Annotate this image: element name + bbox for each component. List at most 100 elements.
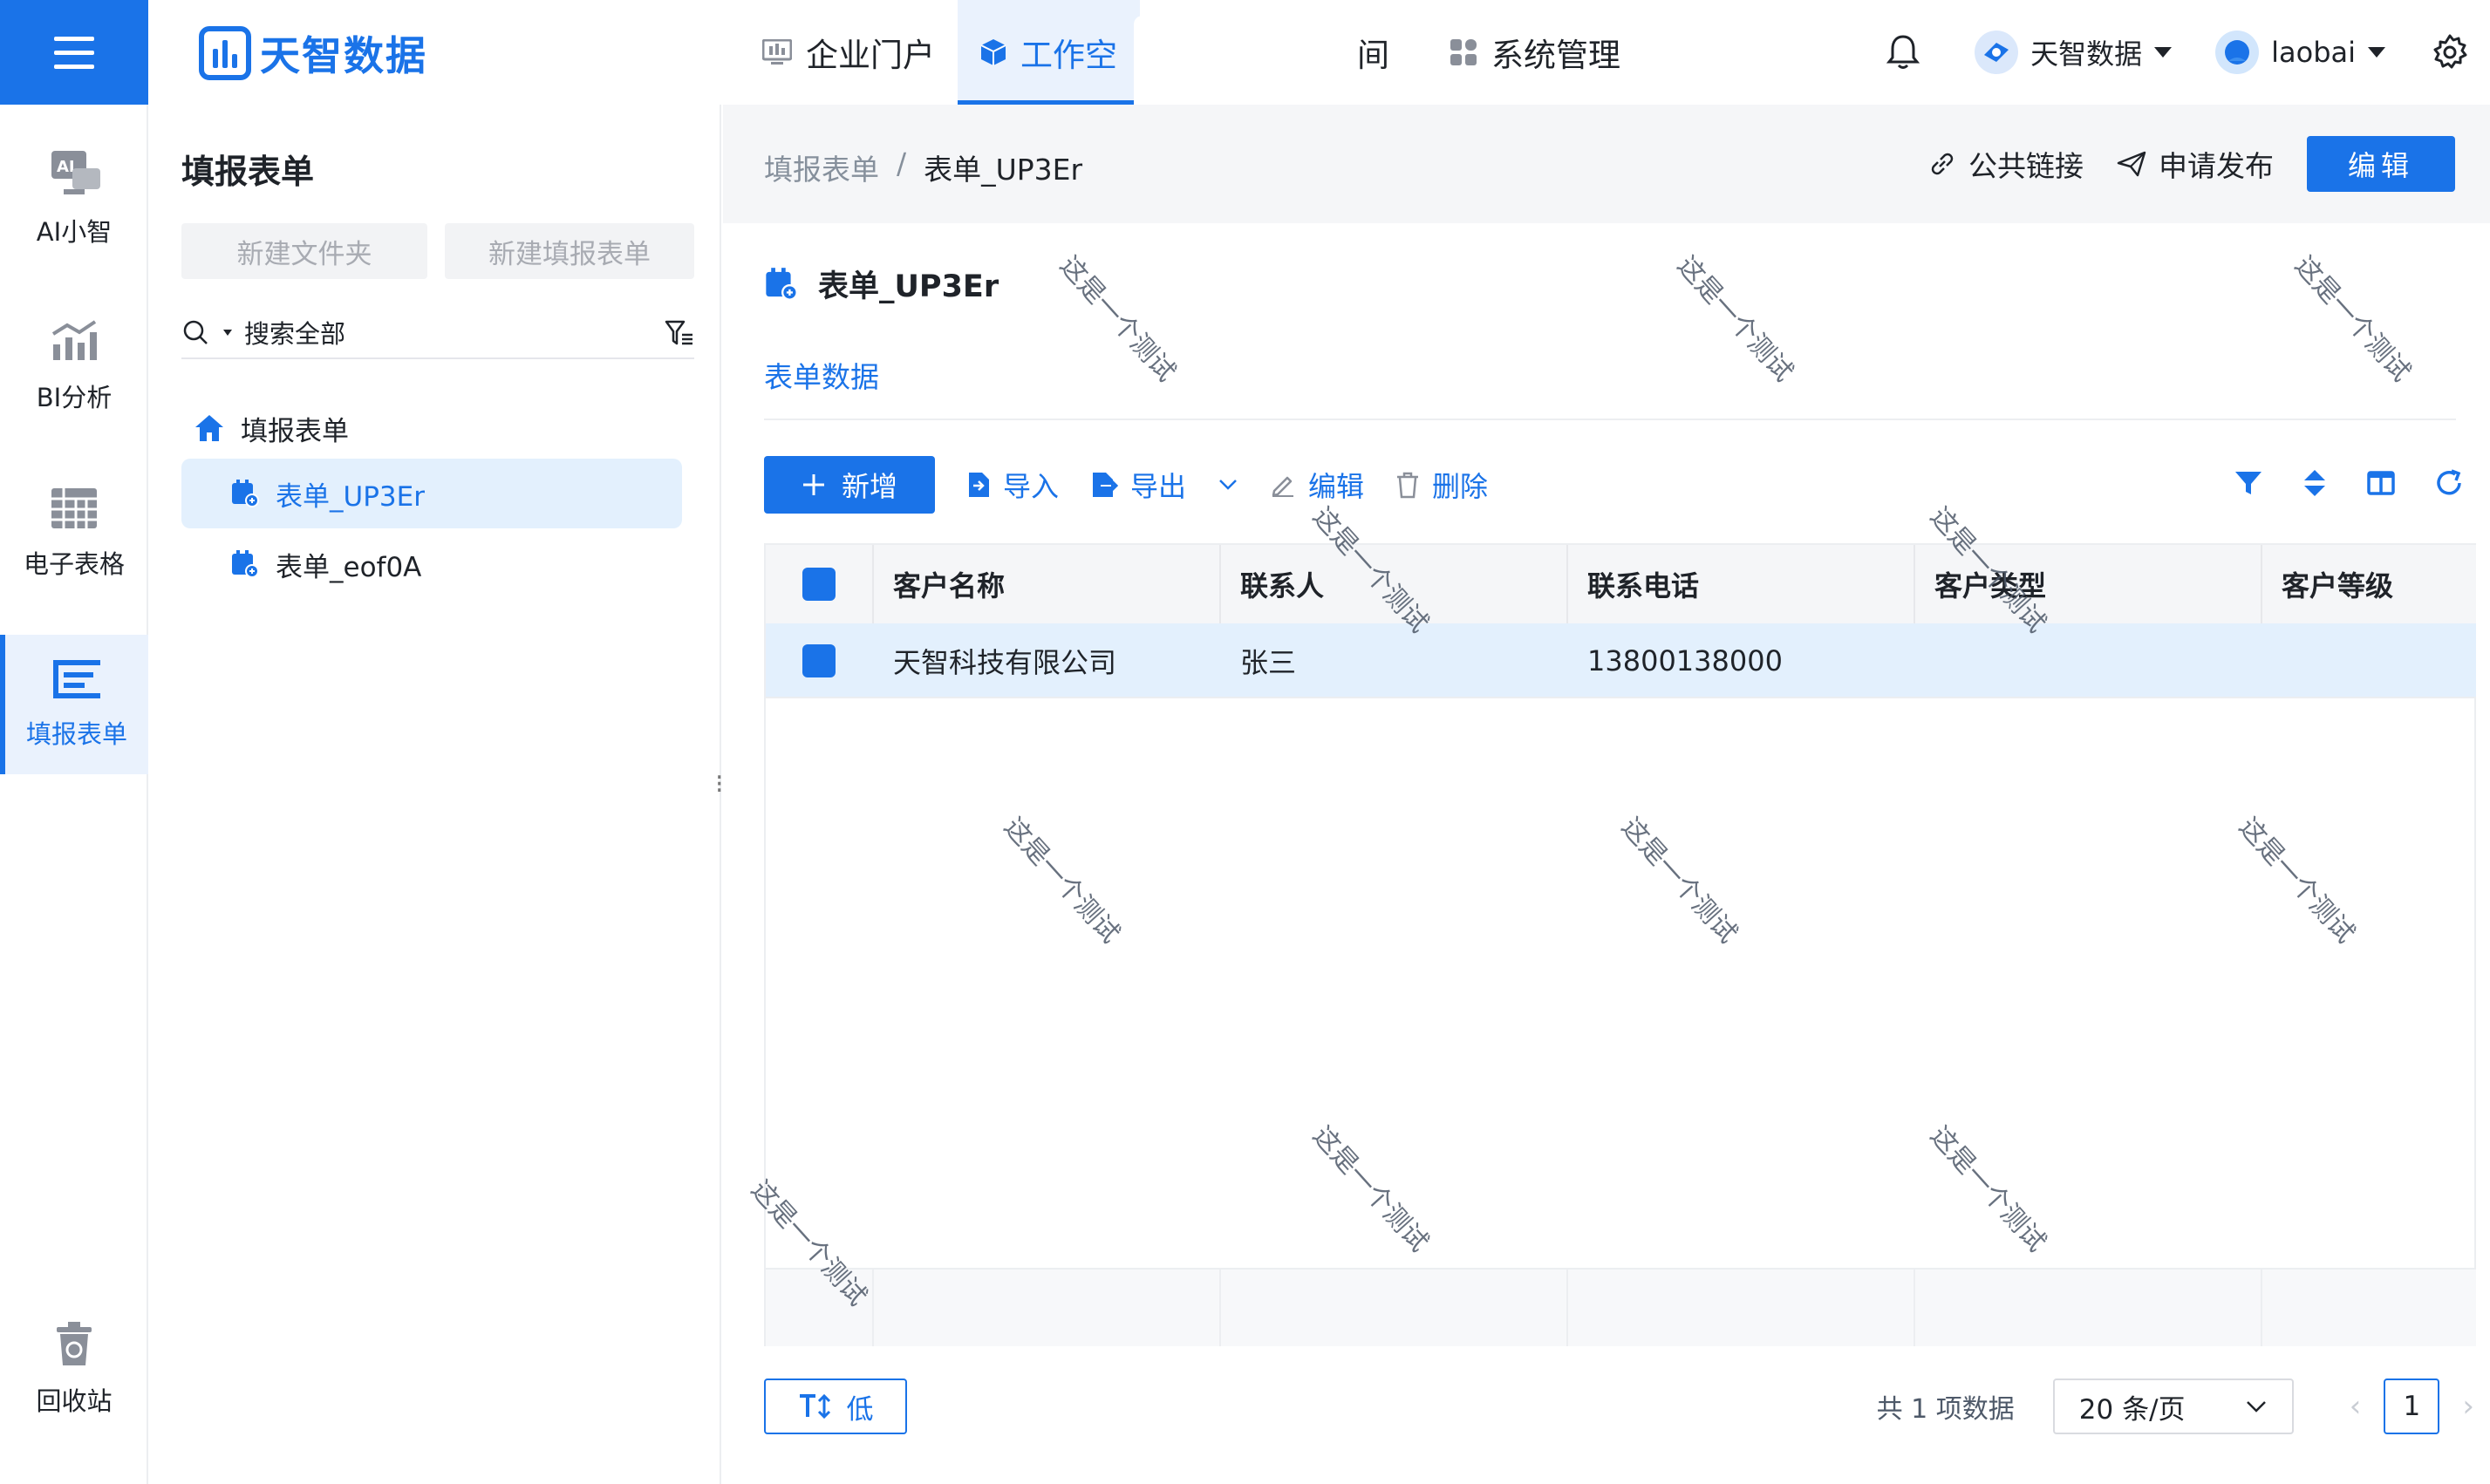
rail-label: 回收站	[36, 1386, 113, 1416]
select-all-checkbox[interactable]	[802, 568, 836, 601]
tree-search[interactable]: 搜索全部	[181, 307, 694, 359]
cube-icon	[980, 39, 1006, 65]
delete-label: 删除	[1432, 470, 1489, 503]
density-label: 低	[846, 1393, 874, 1426]
chevron-down-icon[interactable]	[1218, 478, 1238, 492]
table-header: 客户名称 联系人 联系电话 客户类型 客户等级	[766, 545, 2476, 623]
nav-workspace-tail[interactable]: 间	[1357, 0, 1389, 105]
next-page-button[interactable]: ›	[2462, 1389, 2474, 1424]
hamburger-menu-button[interactable]	[0, 0, 148, 105]
tree-root-node[interactable]: 填报表单	[194, 408, 349, 448]
edit-button[interactable]: 编辑	[2307, 136, 2455, 192]
tab-form-data[interactable]: 表单数据	[764, 354, 879, 396]
filter-icon[interactable]	[2234, 468, 2263, 498]
search-icon	[183, 320, 208, 344]
main-content: 填报表单 / 表单_UP3Er 公共链接 申请发布 编辑 表单_UP3Er 表单…	[723, 105, 2490, 1484]
brand-logo-icon	[199, 26, 251, 80]
breadcrumb-parent[interactable]: 填报表单	[764, 146, 879, 188]
bell-icon[interactable]	[1884, 33, 1922, 71]
import-icon	[969, 473, 989, 497]
delete-button[interactable]: 删除	[1395, 465, 1488, 505]
prev-page-button[interactable]: ‹	[2350, 1389, 2362, 1424]
new-form-button[interactable]: 新建填报表单	[445, 223, 694, 279]
panel-title: 填报表单	[181, 153, 315, 191]
column-header[interactable]: 客户类型	[1915, 545, 2262, 623]
export-button[interactable]: 导出	[1090, 465, 1238, 505]
page-size-select[interactable]: 20 条/页	[2052, 1378, 2294, 1434]
tree-item-form-up3er[interactable]: 表单_UP3Er	[181, 459, 682, 528]
header-actions: 公共链接 申请发布 编辑	[1928, 136, 2455, 192]
rail-item-spreadsheet[interactable]: 电子表格	[0, 464, 148, 603]
add-button[interactable]: 新增	[764, 456, 935, 514]
text-height-icon	[799, 1393, 830, 1419]
tenant-switcher[interactable]: 天智数据	[1975, 31, 2173, 74]
gear-icon[interactable]	[2431, 33, 2469, 71]
rail-item-ai[interactable]: AI AI小智	[0, 129, 148, 269]
cell-contact[interactable]: 张三	[1221, 623, 1568, 698]
public-link-label: 公共链接	[1968, 149, 2084, 183]
table-toolbar: 新增 导入 导出 编辑 删除	[764, 456, 1488, 514]
avatar	[2215, 31, 2260, 74]
row-density-button[interactable]: 低	[764, 1378, 907, 1434]
column-header[interactable]: 客户等级	[2262, 545, 2476, 623]
import-button[interactable]: 导入	[966, 465, 1059, 505]
svg-text:AI: AI	[57, 158, 75, 176]
table-row[interactable]: 天智科技有限公司 张三 13800138000	[766, 623, 2476, 698]
form-file-icon	[766, 267, 798, 301]
refresh-icon[interactable]	[2434, 468, 2464, 498]
column-header[interactable]: 联系电话	[1568, 545, 1915, 623]
tenant-name: 天智数据	[2030, 37, 2143, 71]
bi-chart-icon	[51, 320, 97, 360]
data-table: 客户名称 联系人 联系电话 客户类型 客户等级 天智科技有限公司 张三 1380…	[764, 543, 2476, 1346]
link-icon	[1931, 153, 1954, 175]
page-number[interactable]: 1	[2384, 1378, 2440, 1434]
nav-enterprise-portal[interactable]: 企业门户	[740, 0, 958, 105]
breadcrumb-separator: /	[897, 146, 907, 180]
scope-caret-icon[interactable]	[223, 329, 232, 336]
table-summary-row	[766, 1268, 2476, 1346]
edit-row-button[interactable]: 编辑	[1270, 465, 1364, 505]
nav-workspace[interactable]: 工作空	[958, 0, 1140, 105]
ai-assistant-icon: AI	[51, 151, 100, 194]
cell-customer-name[interactable]: 天智科技有限公司	[874, 623, 1221, 698]
export-label: 导出	[1130, 470, 1187, 503]
filter-icon[interactable]	[665, 319, 694, 347]
rail-item-form[interactable]: 填报表单	[0, 635, 148, 774]
form-file-icon	[232, 550, 259, 578]
spreadsheet-icon	[51, 488, 97, 528]
nav-system-admin[interactable]: 系统管理	[1450, 0, 1620, 105]
user-name: laobai	[2271, 36, 2356, 69]
columns-icon[interactable]	[2366, 468, 2396, 498]
new-folder-button[interactable]: 新建文件夹	[181, 223, 427, 279]
publish-request-button[interactable]: 申请发布	[2117, 143, 2274, 185]
breadcrumb-current: 表单_UP3Er	[924, 153, 1083, 187]
column-header[interactable]: 联系人	[1221, 545, 1568, 623]
grid-icon	[1450, 39, 1477, 65]
tenant-icon	[1975, 31, 2019, 74]
home-icon	[195, 415, 223, 441]
cell-customer-level[interactable]	[2262, 623, 2476, 698]
pencil-icon	[1272, 476, 1294, 497]
brand[interactable]: 天智数据	[199, 24, 427, 82]
tree-item-form-eof0a[interactable]: 表单_eof0A	[230, 544, 421, 584]
rail-item-bi[interactable]: BI分析	[0, 296, 148, 436]
row-select-cell	[766, 623, 874, 698]
form-title-text: 表单_UP3Er	[818, 269, 999, 304]
public-link-button[interactable]: 公共链接	[1928, 143, 2084, 185]
column-header[interactable]: 客户名称	[874, 545, 1221, 623]
recycle-bin-icon	[57, 1322, 92, 1365]
nav-occlusion	[1134, 16, 1362, 105]
tree-node-label: 表单_eof0A	[276, 551, 422, 583]
top-bar: 天智数据 企业门户 工作空 间 系统管理 天智数据 laobai	[0, 0, 2490, 105]
sort-icon[interactable]	[2302, 468, 2328, 498]
form-tree-panel: 填报表单 新建文件夹 新建填报表单 搜索全部 填报表单 表单_UP3Er 表单_…	[150, 105, 721, 1484]
table-tools	[2234, 468, 2464, 498]
rail-item-recycle-bin[interactable]: 回收站	[0, 1299, 148, 1439]
total-count: 共 1 项数据	[1876, 1394, 2015, 1425]
cell-phone[interactable]: 13800138000	[1568, 623, 1915, 698]
row-checkbox[interactable]	[802, 644, 836, 677]
cell-customer-type[interactable]	[1915, 623, 2262, 698]
form-file-icon	[232, 480, 259, 507]
rail-label: AI小智	[36, 217, 113, 247]
user-menu[interactable]: laobai	[2215, 31, 2385, 74]
